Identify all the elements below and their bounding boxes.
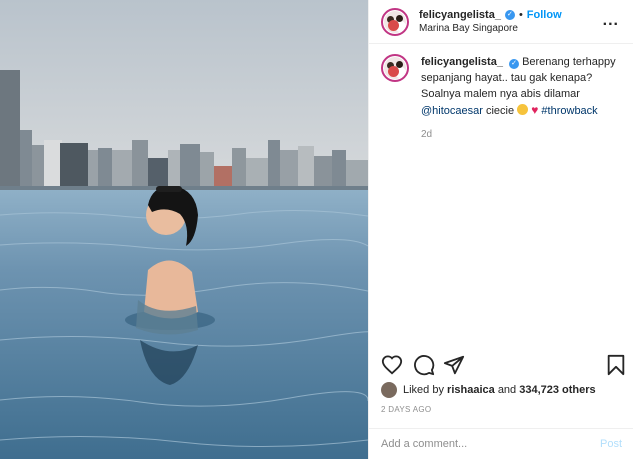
comment-icon[interactable] <box>413 354 435 376</box>
post-sidebar: felicyangelista_ ✓ • Follow Marina Bay S… <box>368 0 633 459</box>
likes-count[interactable]: 334,723 others <box>519 384 595 396</box>
more-options-icon[interactable]: ... <box>603 12 619 30</box>
caption-after-mention: ciecie <box>485 105 515 117</box>
likes-summary: Liked by rishaaica and 334,723 others <box>381 382 596 398</box>
caption-username[interactable]: felicyangelista_ <box>421 56 503 68</box>
heart-icon[interactable] <box>381 354 403 376</box>
liker-username[interactable]: rishaaica <box>447 384 495 396</box>
caption: felicyangelista_ ✓ Berenang terhappy sep… <box>381 54 621 119</box>
comment-input[interactable]: Add a comment... <box>381 438 467 450</box>
grinning-emoji-icon <box>517 104 529 115</box>
hashtag-link[interactable]: #throwback <box>541 105 597 117</box>
likes-middle: and <box>497 384 517 396</box>
liker-avatar[interactable] <box>381 382 397 398</box>
post-header: felicyangelista_ ✓ • Follow Marina Bay S… <box>369 0 633 44</box>
post-timestamp[interactable]: 2 DAYS AGO <box>381 405 431 414</box>
location-link[interactable]: Marina Bay Singapore <box>419 22 562 36</box>
action-bar <box>369 348 633 380</box>
caption-age[interactable]: 2d <box>421 129 621 140</box>
author-avatar[interactable] <box>381 7 409 36</box>
likes-prefix: Liked by <box>403 384 444 396</box>
instagram-post: felicyangelista_ ✓ • Follow Marina Bay S… <box>0 0 633 459</box>
separator-dot: • <box>518 8 523 21</box>
caption-avatar[interactable] <box>381 54 409 82</box>
mention-link[interactable]: @hitocaesar <box>421 105 483 117</box>
post-comment-button[interactable]: Post <box>600 438 622 450</box>
share-icon[interactable] <box>443 354 465 376</box>
pool-photo-image <box>0 0 368 459</box>
caption-text-block: felicyangelista_ ✓ Berenang terhappy sep… <box>421 54 621 119</box>
author-username[interactable]: felicyangelista_ <box>419 8 501 22</box>
bookmark-icon[interactable] <box>605 354 627 376</box>
verified-icon: ✓ <box>504 9 515 20</box>
add-comment-bar: Add a comment... Post <box>369 428 633 459</box>
post-photo[interactable] <box>0 0 368 459</box>
caption-verified-icon: ✓ <box>509 59 519 69</box>
follow-button[interactable]: Follow <box>527 8 562 22</box>
heart-emoji-icon: ♥ <box>531 103 539 117</box>
